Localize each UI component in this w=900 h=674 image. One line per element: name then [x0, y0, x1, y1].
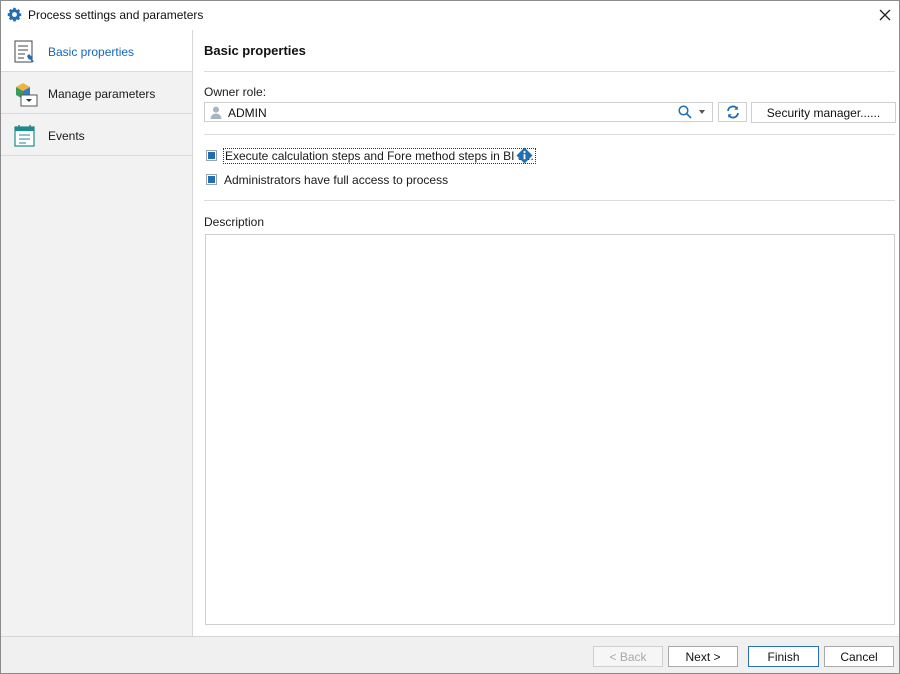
page-title: Basic properties: [204, 43, 306, 58]
execute-steps-checkbox[interactable]: [206, 150, 217, 161]
owner-role-combobox[interactable]: ADMIN: [204, 102, 713, 122]
process-settings-dialog: Process settings and parameters Basic pr…: [0, 0, 900, 674]
calendar-events-icon: [14, 125, 35, 147]
chevron-down-icon[interactable]: [699, 110, 705, 114]
refresh-icon: [726, 105, 739, 119]
divider: [204, 71, 895, 72]
divider: [204, 134, 895, 135]
cancel-button[interactable]: Cancel: [824, 646, 894, 667]
refresh-button[interactable]: [718, 102, 747, 122]
finish-button[interactable]: Finish: [748, 646, 819, 667]
sidebar: Basic properties Manage parameters Event…: [1, 30, 193, 636]
sidebar-item-label: Manage parameters: [48, 87, 156, 101]
owner-role-label: Owner role:: [204, 85, 267, 99]
security-manager-button[interactable]: Security manager......: [751, 102, 896, 123]
close-button[interactable]: [873, 3, 897, 27]
properties-list-icon: [14, 40, 34, 63]
admin-full-access-label[interactable]: Administrators have full access to proce…: [224, 173, 448, 187]
info-icon[interactable]: [516, 147, 533, 164]
window-title: Process settings and parameters: [28, 8, 204, 22]
sidebar-item-events[interactable]: Events: [1, 114, 192, 156]
sidebar-item-basic-properties[interactable]: Basic properties: [1, 30, 192, 72]
admin-full-access-checkbox[interactable]: [206, 174, 217, 185]
description-label: Description: [204, 215, 265, 229]
close-icon: [879, 9, 891, 21]
gear-icon: [7, 7, 22, 22]
user-icon: [210, 106, 222, 119]
next-button[interactable]: Next >: [668, 646, 738, 667]
search-icon[interactable]: [678, 105, 692, 119]
description-textarea[interactable]: [205, 234, 895, 625]
execute-steps-label[interactable]: Execute calculation steps and Fore metho…: [223, 148, 536, 164]
parameters-cube-icon: [16, 83, 38, 107]
title-bar: Process settings and parameters: [1, 1, 899, 29]
sidebar-item-label: Basic properties: [48, 45, 135, 59]
divider: [204, 200, 895, 201]
sidebar-item-manage-parameters[interactable]: Manage parameters: [1, 72, 192, 114]
back-button[interactable]: < Back: [593, 646, 663, 667]
dialog-footer: < Back Next > Finish Cancel: [1, 636, 899, 673]
sidebar-item-label: Events: [48, 129, 85, 143]
owner-role-value: ADMIN: [228, 106, 267, 120]
